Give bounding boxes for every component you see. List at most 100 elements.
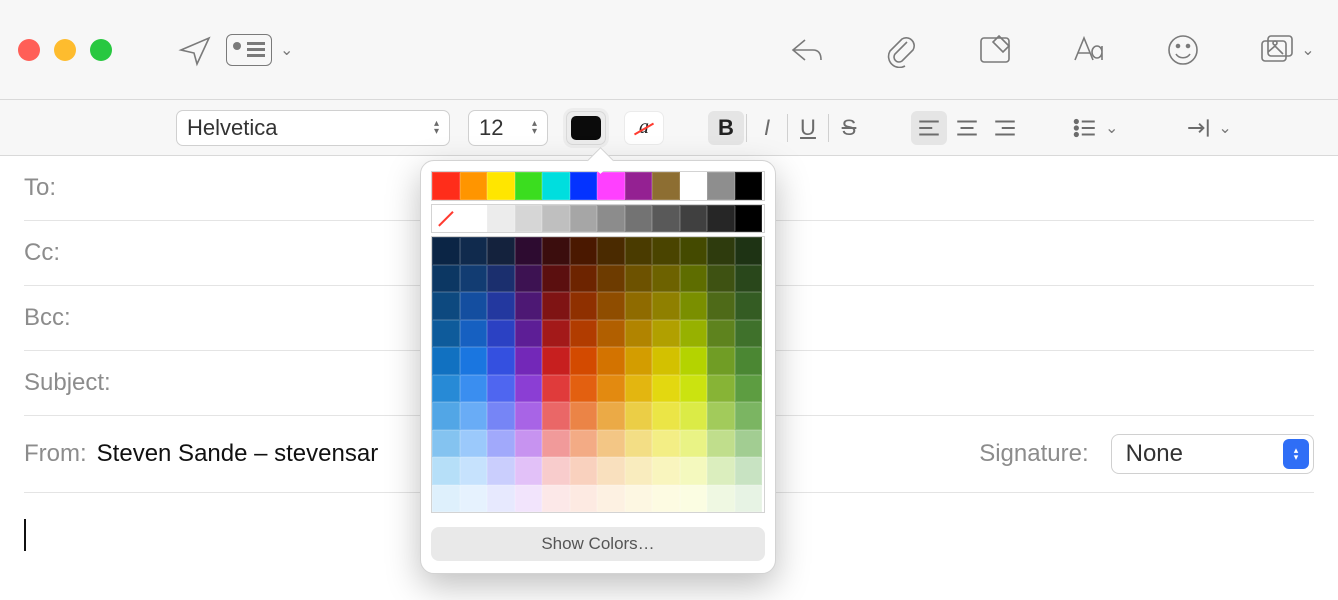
color-swatch[interactable]	[652, 402, 680, 430]
color-swatch[interactable]	[652, 457, 680, 485]
color-swatch[interactable]	[707, 292, 735, 320]
from-value[interactable]: Steven Sande – stevensar	[97, 440, 379, 468]
color-swatch[interactable]	[707, 375, 735, 403]
color-swatch[interactable]	[570, 485, 598, 513]
color-swatch[interactable]	[432, 205, 460, 233]
color-swatch[interactable]	[707, 347, 735, 375]
color-swatch[interactable]	[542, 347, 570, 375]
align-right-button[interactable]	[987, 111, 1023, 145]
color-swatch[interactable]	[570, 292, 598, 320]
color-swatch[interactable]	[707, 265, 735, 293]
color-swatch[interactable]	[625, 402, 653, 430]
italic-button[interactable]: I	[749, 111, 785, 145]
color-swatch[interactable]	[625, 457, 653, 485]
highlight-color-button[interactable]: a	[624, 111, 664, 145]
color-swatch[interactable]	[625, 172, 653, 200]
color-swatch[interactable]	[597, 172, 625, 200]
color-swatch[interactable]	[487, 205, 515, 233]
color-swatch[interactable]	[570, 320, 598, 348]
color-swatch[interactable]	[515, 485, 543, 513]
signature-select[interactable]: None ▴▾	[1111, 434, 1314, 474]
color-swatch[interactable]	[707, 402, 735, 430]
color-swatch[interactable]	[680, 347, 708, 375]
minimize-window-button[interactable]	[54, 39, 76, 61]
indent-button[interactable]	[1180, 111, 1216, 145]
color-swatch[interactable]	[570, 237, 598, 265]
color-swatch[interactable]	[680, 402, 708, 430]
color-swatch[interactable]	[652, 237, 680, 265]
strikethrough-button[interactable]: S	[831, 111, 867, 145]
color-swatch[interactable]	[487, 292, 515, 320]
color-swatch[interactable]	[597, 292, 625, 320]
header-fields-button[interactable]: ⌄	[226, 34, 293, 66]
color-swatch[interactable]	[735, 485, 763, 513]
color-swatch[interactable]	[735, 292, 763, 320]
color-swatch[interactable]	[680, 375, 708, 403]
color-swatch[interactable]	[625, 430, 653, 458]
color-swatch[interactable]	[625, 375, 653, 403]
font-family-select[interactable]: Helvetica ▴▾	[176, 110, 450, 146]
color-swatch[interactable]	[680, 485, 708, 513]
close-window-button[interactable]	[18, 39, 40, 61]
align-center-button[interactable]	[949, 111, 985, 145]
text-color-button[interactable]	[566, 111, 606, 145]
color-swatch[interactable]	[652, 430, 680, 458]
color-swatch[interactable]	[487, 347, 515, 375]
color-swatch[interactable]	[707, 457, 735, 485]
color-swatch[interactable]	[597, 320, 625, 348]
color-swatch[interactable]	[570, 402, 598, 430]
color-swatch[interactable]	[487, 172, 515, 200]
photo-browser-button[interactable]: ⌄	[1254, 27, 1320, 73]
color-swatch[interactable]	[680, 205, 708, 233]
color-swatch[interactable]	[680, 265, 708, 293]
color-swatch[interactable]	[460, 205, 488, 233]
color-swatch[interactable]	[515, 320, 543, 348]
color-swatch[interactable]	[597, 237, 625, 265]
color-swatch[interactable]	[597, 485, 625, 513]
color-swatch[interactable]	[707, 205, 735, 233]
color-swatch[interactable]	[735, 402, 763, 430]
emoji-button[interactable]	[1160, 27, 1206, 73]
color-swatch[interactable]	[487, 320, 515, 348]
color-swatch[interactable]	[515, 347, 543, 375]
color-swatch[interactable]	[542, 172, 570, 200]
color-swatch[interactable]	[735, 430, 763, 458]
color-swatch[interactable]	[432, 237, 460, 265]
color-swatch[interactable]	[707, 320, 735, 348]
color-swatch[interactable]	[570, 172, 598, 200]
color-swatch[interactable]	[652, 265, 680, 293]
color-swatch[interactable]	[680, 320, 708, 348]
color-swatch[interactable]	[570, 430, 598, 458]
color-swatch[interactable]	[570, 457, 598, 485]
color-swatch[interactable]	[597, 402, 625, 430]
color-swatch[interactable]	[432, 292, 460, 320]
color-swatch[interactable]	[570, 265, 598, 293]
color-swatch[interactable]	[652, 172, 680, 200]
reply-button[interactable]	[784, 27, 830, 73]
color-swatch[interactable]	[652, 205, 680, 233]
color-swatch[interactable]	[432, 375, 460, 403]
color-swatch[interactable]	[735, 237, 763, 265]
color-swatch[interactable]	[487, 485, 515, 513]
color-swatch[interactable]	[542, 430, 570, 458]
color-swatch[interactable]	[460, 402, 488, 430]
color-swatch[interactable]	[735, 457, 763, 485]
color-swatch[interactable]	[542, 237, 570, 265]
color-swatch[interactable]	[597, 457, 625, 485]
color-swatch[interactable]	[597, 347, 625, 375]
color-swatch[interactable]	[460, 292, 488, 320]
color-swatch[interactable]	[652, 320, 680, 348]
color-swatch[interactable]	[542, 375, 570, 403]
show-colors-button[interactable]: Show Colors…	[431, 527, 765, 561]
color-swatch[interactable]	[432, 347, 460, 375]
color-swatch[interactable]	[460, 347, 488, 375]
color-swatch[interactable]	[432, 402, 460, 430]
color-swatch[interactable]	[515, 265, 543, 293]
color-swatch[interactable]	[542, 320, 570, 348]
color-swatch[interactable]	[707, 485, 735, 513]
zoom-window-button[interactable]	[90, 39, 112, 61]
color-swatch[interactable]	[487, 402, 515, 430]
color-swatch[interactable]	[515, 205, 543, 233]
color-swatch[interactable]	[597, 375, 625, 403]
color-swatch[interactable]	[680, 457, 708, 485]
